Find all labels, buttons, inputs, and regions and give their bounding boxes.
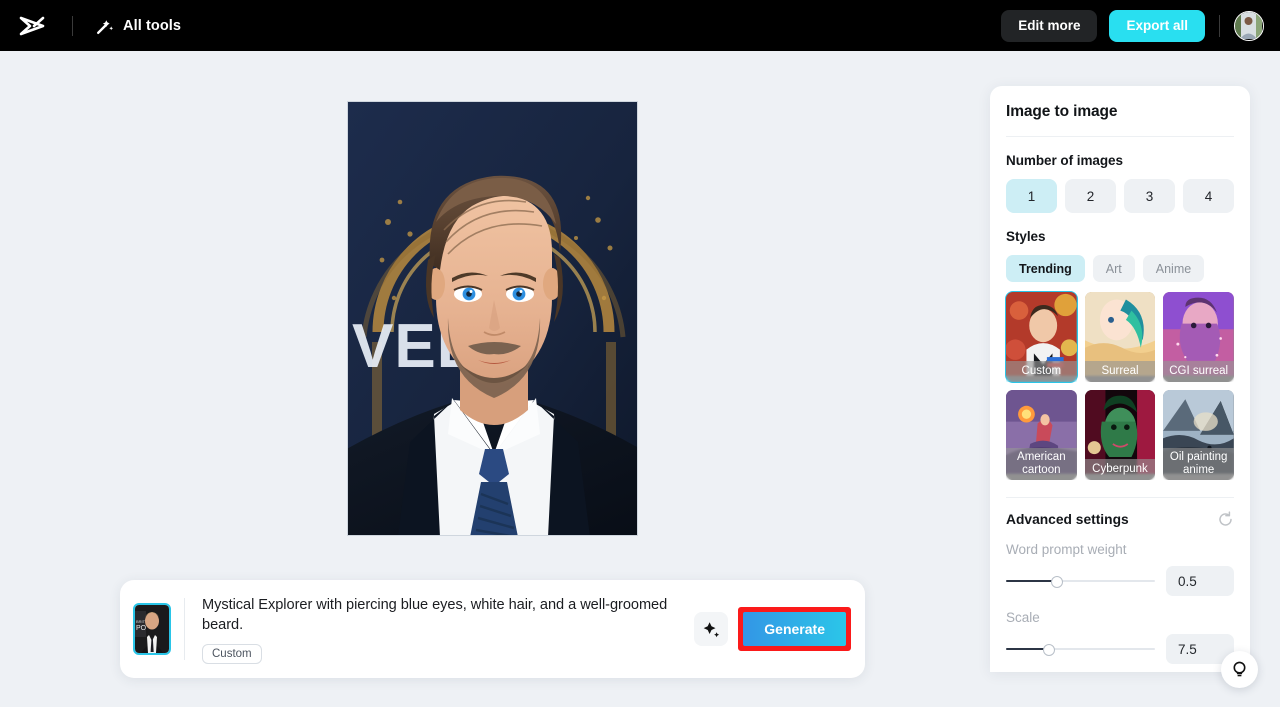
- capcut-logo-icon[interactable]: [18, 12, 46, 40]
- svg-text:PO: PO: [136, 625, 147, 632]
- slider-knob[interactable]: [1043, 643, 1056, 656]
- style-caption: Cyberpunk: [1084, 458, 1156, 480]
- number-of-images-label: Number of images: [1006, 153, 1123, 168]
- scale-row: 7.5: [1006, 634, 1234, 664]
- number-of-images-options: 1 2 3 4: [1006, 179, 1234, 213]
- advanced-settings-title: Advanced settings: [1006, 512, 1129, 527]
- sparkle-icon[interactable]: [694, 612, 729, 646]
- style-tile-american-cartoon[interactable]: American cartoon: [1006, 390, 1077, 480]
- export-all-button[interactable]: Export all: [1109, 9, 1205, 42]
- count-option-3[interactable]: 3: [1124, 179, 1175, 213]
- topbar-actions: Edit more Export all: [1001, 9, 1280, 42]
- top-bar: All tools Edit more Export all: [0, 0, 1280, 51]
- reset-arrow-icon[interactable]: [1217, 511, 1234, 528]
- generate-button[interactable]: Generate: [743, 612, 846, 646]
- style-tile-surreal[interactable]: Surreal: [1084, 292, 1156, 382]
- prompt-content: Mystical Explorer with piercing blue eye…: [202, 595, 694, 664]
- image-to-image-panel: Image to image Number of images 1 2 3 4 …: [990, 86, 1250, 672]
- slider-fill: [1006, 580, 1057, 582]
- panel-divider: [1006, 136, 1234, 137]
- slider-knob[interactable]: [1050, 575, 1063, 588]
- prompt-divider: [184, 598, 185, 660]
- style-tile-oil-painting-anime[interactable]: Oil painting anime: [1163, 390, 1234, 480]
- prompt-bar: BRITISH PO Mystical Explorer with pierci…: [120, 580, 865, 678]
- style-tile-custom[interactable]: Custom: [1005, 291, 1078, 383]
- style-caption: Surreal: [1084, 360, 1156, 382]
- style-caption: American cartoon: [1006, 448, 1077, 480]
- word-prompt-weight-slider[interactable]: [1006, 573, 1155, 589]
- count-option-2[interactable]: 2: [1065, 179, 1116, 213]
- style-caption: Custom: [1006, 360, 1077, 382]
- all-tools-button[interactable]: All tools: [96, 17, 181, 35]
- word-prompt-weight-value[interactable]: 0.5: [1166, 566, 1234, 596]
- advanced-divider: [1006, 497, 1234, 498]
- tab-art[interactable]: Art: [1092, 255, 1135, 282]
- generate-button-highlight: Generate: [738, 607, 851, 651]
- lightbulb-icon[interactable]: [1221, 651, 1258, 688]
- canvas-stage: VEL BRITISH PO Mystical Explorer with pi…: [0, 51, 980, 707]
- prompt-style-tag[interactable]: Custom: [202, 643, 262, 664]
- prompt-actions: Generate: [694, 607, 851, 651]
- all-tools-label: All tools: [123, 17, 182, 34]
- magic-wand-icon: [96, 17, 114, 35]
- style-tile-cgi-surreal[interactable]: CGI surreal: [1163, 292, 1234, 382]
- prompt-text[interactable]: Mystical Explorer with piercing blue eye…: [202, 595, 672, 635]
- topbar-divider-left: [72, 15, 73, 36]
- prompt-reference-thumbnail[interactable]: BRITISH PO: [133, 603, 171, 655]
- word-prompt-weight-label: Word prompt weight: [1006, 542, 1127, 557]
- advanced-settings-header: Advanced settings: [1006, 511, 1234, 528]
- edit-more-button[interactable]: Edit more: [1001, 9, 1098, 42]
- generated-image-preview[interactable]: VEL: [347, 101, 638, 536]
- style-tile-cyberpunk[interactable]: Cyberpunk: [1084, 390, 1156, 480]
- avatar[interactable]: [1234, 10, 1264, 41]
- topbar-divider-right: [1219, 14, 1220, 37]
- style-caption: Oil painting anime: [1163, 448, 1234, 480]
- panel-title: Image to image: [1006, 103, 1118, 120]
- scale-slider[interactable]: [1006, 641, 1155, 657]
- style-caption: CGI surreal: [1163, 360, 1234, 382]
- tab-anime[interactable]: Anime: [1142, 255, 1205, 282]
- count-option-4[interactable]: 4: [1183, 179, 1234, 213]
- count-option-1[interactable]: 1: [1006, 179, 1057, 213]
- styles-label: Styles: [1006, 229, 1046, 244]
- scale-label: Scale: [1006, 610, 1040, 625]
- tab-trending[interactable]: Trending: [1006, 255, 1085, 282]
- styles-tabs: Trending Art Anime: [1006, 255, 1234, 282]
- word-prompt-weight-row: 0.5: [1006, 566, 1234, 596]
- styles-grid: Custom Surreal CGI surreal American cart…: [1005, 291, 1234, 480]
